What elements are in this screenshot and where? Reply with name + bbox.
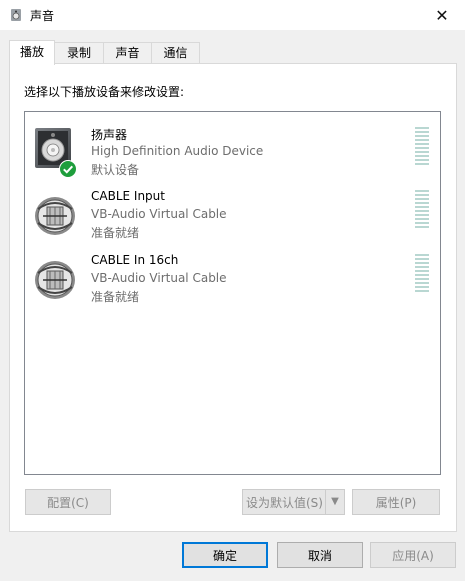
volume-meter (415, 127, 429, 167)
volume-meter (415, 190, 429, 230)
device-status: 默认设备 (91, 163, 140, 177)
close-button[interactable]: ✕ (419, 0, 465, 30)
instruction-text: 选择以下播放设备来修改设置: (24, 85, 185, 99)
tab-recording[interactable]: 录制 (54, 42, 104, 63)
set-default-label: 设为默认值(S) (246, 496, 323, 510)
tab-sounds[interactable]: 声音 (103, 42, 152, 63)
ok-button[interactable]: 确定 (182, 542, 268, 568)
tab-playback[interactable]: 播放 (9, 40, 55, 65)
tab-communications[interactable]: 通信 (151, 42, 200, 63)
device-description: High Definition Audio Device (91, 144, 264, 158)
configure-button[interactable]: 配置(C) (25, 489, 111, 515)
properties-button[interactable]: 属性(P) (352, 489, 440, 515)
device-name: 扬声器 (91, 128, 128, 142)
device-name: CABLE In 16ch (91, 253, 179, 267)
device-name: CABLE Input (91, 189, 165, 203)
device-item-cable-in-16ch[interactable]: CABLE In 16ch VB-Audio Virtual Cable 准备就… (25, 247, 440, 311)
sound-dialog: 声音 ✕ 播放 录制 声音 通信 选择以下播放设备来修改设置: 扬声器 High… (0, 0, 465, 581)
device-item-cable-input[interactable]: CABLE Input VB-Audio Virtual Cable 准备就绪 (25, 183, 440, 247)
window-title: 声音 (30, 9, 55, 23)
device-item-speakers[interactable]: 扬声器 High Definition Audio Device 默认设备 (25, 120, 440, 184)
close-icon: ✕ (435, 5, 449, 25)
device-description: VB-Audio Virtual Cable (91, 271, 227, 285)
cancel-button[interactable]: 取消 (277, 542, 363, 568)
cable-icon (35, 261, 75, 299)
speaker-title-icon (11, 9, 21, 21)
playback-panel: 选择以下播放设备来修改设置: 扬声器 High Definition Audio… (9, 63, 457, 532)
set-default-button[interactable]: 设为默认值(S) ▼ (242, 489, 345, 515)
default-check-icon (59, 160, 77, 178)
device-description: VB-Audio Virtual Cable (91, 207, 227, 221)
device-list[interactable]: 扬声器 High Definition Audio Device 默认设备 CA… (24, 111, 441, 475)
apply-button[interactable]: 应用(A) (370, 542, 456, 568)
title-bar[interactable]: 声音 ✕ (0, 0, 465, 30)
cable-icon (35, 197, 75, 235)
device-status: 准备就绪 (91, 290, 140, 304)
chevron-down-icon[interactable]: ▼ (325, 490, 344, 514)
device-status: 准备就绪 (91, 226, 140, 240)
volume-meter (415, 254, 429, 294)
